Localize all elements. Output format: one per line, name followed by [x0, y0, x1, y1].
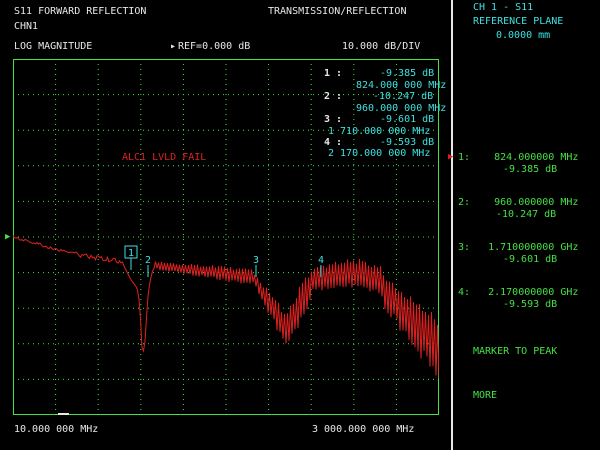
- softkey-marker-3-value: -9.601 dB: [503, 254, 558, 265]
- trace-marker-4: 4: [318, 255, 324, 266]
- marker-2-number: 2 :: [324, 91, 343, 102]
- softkey-marker-1-value: -9.385 dB: [503, 164, 558, 175]
- reference-level: REF=0.000 dB: [178, 41, 251, 52]
- softkey-marker-2-value: -10.247 dB: [496, 209, 557, 220]
- softkey-marker-4-value: -9.593 dB: [503, 299, 558, 310]
- reference-position-icon: ▶: [5, 232, 11, 242]
- s11-trace-line: [13, 235, 439, 379]
- active-marker-indicator-icon: ▶: [448, 152, 454, 162]
- marker-3-number: 3 :: [324, 114, 343, 125]
- scale-label: 10.000 dB/DIV: [342, 41, 421, 52]
- measurement-title: S11 FORWARD REFLECTION: [14, 6, 147, 17]
- ref-indicator-icon: ▸: [170, 41, 177, 52]
- marker-1-value: -9.385 dB: [380, 68, 435, 79]
- marker-3-value: -9.601 dB: [380, 114, 435, 125]
- reference-plane-label: REFERENCE PLANE: [473, 16, 564, 27]
- start-frequency: 10.000 000 MHz: [14, 424, 99, 435]
- marker-4-freq: 2 170.000 000 MHz: [328, 148, 431, 159]
- trace-markers: 12 3 4: [124, 245, 324, 277]
- softkey-marker-4-freq: 4: 2.170000000 GHz: [458, 287, 579, 298]
- softkey-marker-3-freq: 3: 1.710000000 GHz: [458, 242, 579, 253]
- softkey-marker-2-freq: 2: 960.000000 MHz: [458, 197, 579, 208]
- trace-marker-1: 1: [128, 248, 134, 259]
- trace-marker-3: 3: [253, 255, 259, 266]
- softkey-marker-1-freq: 1: 824.000000 MHz: [458, 152, 579, 163]
- mode-label: TRANSMISSION/REFLECTION: [268, 6, 407, 17]
- marker-2-value: -10.247 dB: [373, 91, 434, 102]
- alc-level-warning: ALC1 LVLD FAIL: [122, 152, 207, 163]
- format-label: LOG MAGNITUDE: [14, 41, 93, 52]
- trace-marker-2: 2: [145, 255, 151, 266]
- s11-trace: [13, 235, 439, 379]
- more-button[interactable]: MORE: [473, 390, 497, 402]
- stop-frequency: 3 000.000 000 MHz: [312, 424, 415, 435]
- reference-plane-value: 0.0000 mm: [496, 30, 551, 41]
- sidebar-channel: CH 1 - S11: [473, 2, 534, 13]
- softkey-separator: [451, 0, 453, 450]
- marker-1-number: 1 :: [324, 68, 343, 79]
- marker-to-peak-button[interactable]: MARKER TO PEAK: [473, 346, 557, 358]
- channel-label: CHN1: [14, 21, 39, 32]
